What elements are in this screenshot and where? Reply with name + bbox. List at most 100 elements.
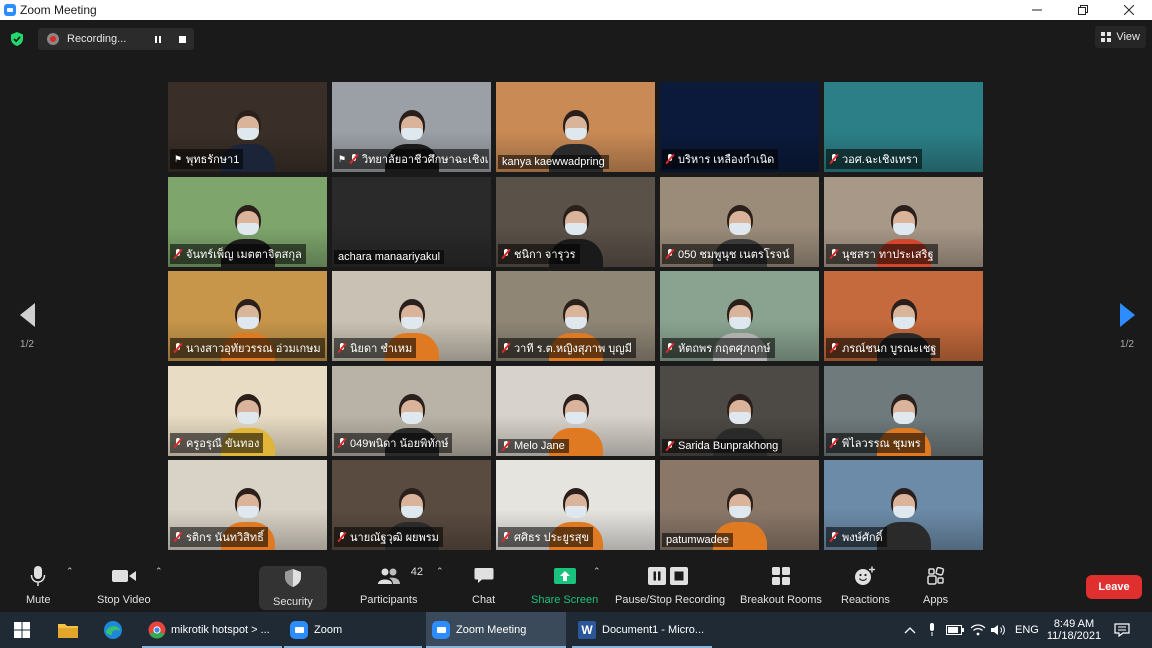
pause-stop-recording-label: Pause/Stop Recording (615, 594, 726, 606)
file-explorer-button[interactable] (56, 612, 80, 648)
participant-video-tile[interactable]: Sarida Bunprakhong (660, 366, 819, 456)
participant-video-tile[interactable]: ภรณ์ชนก บูรณะเชฐ (824, 271, 983, 361)
apps-button[interactable]: Apps (923, 564, 948, 608)
reactions-smiley-icon (855, 566, 876, 585)
participant-video-tile[interactable]: นิยดา ชำเหม (332, 271, 491, 361)
participant-video-tile[interactable]: พิไลวรรณ ชุมพร (824, 366, 983, 456)
participant-video-tile[interactable]: วอศ.ฉะเชิงเทรา (824, 82, 983, 172)
language-indicator[interactable]: ENG (1015, 612, 1039, 648)
battery-icon[interactable] (946, 612, 964, 648)
meeting-top-bar: Recording... View (0, 20, 1152, 58)
wifi-icon[interactable] (970, 612, 986, 648)
participant-video-tile[interactable]: kanya kaewwadpring (496, 82, 655, 172)
participant-name-bar: ศศิธร ประยูรสุข (498, 527, 594, 547)
arrow-left-icon (19, 303, 35, 327)
stop-recording-button[interactable] (173, 30, 191, 48)
page-indicator-left: 1/2 (20, 339, 34, 350)
recording-label: Recording... (67, 33, 127, 45)
pin-icon: ⚑ (338, 154, 347, 164)
close-icon (1124, 5, 1134, 15)
pause-stop-recording-button[interactable]: Pause/Stop Recording (615, 564, 725, 608)
taskbar-item-label: Document1 - Micro... (602, 624, 705, 636)
audio-options-caret-icon[interactable]: ⌃ (66, 566, 74, 577)
participant-name: พงษ์ศักดิ์ (842, 532, 883, 544)
participant-video-tile[interactable]: นายณัฐวุฒิ ผยพรม (332, 460, 491, 550)
participant-video-tile[interactable]: achara manaariyakul (332, 177, 491, 267)
chat-button[interactable]: Chat (472, 564, 495, 608)
participant-video-tile[interactable]: Melo Jane (496, 366, 655, 456)
show-hidden-icons-button[interactable] (904, 612, 916, 648)
previous-page-button[interactable]: 1/2 (12, 303, 42, 353)
participant-name-bar: kanya kaewwadpring (498, 155, 609, 169)
security-button[interactable]: Security (259, 566, 327, 610)
taskbar-item-word[interactable]: W Document1 - Micro... (572, 612, 712, 648)
participant-video-tile[interactable]: วาที ร.ต.หญิงสุภาพ บุญมี (496, 271, 655, 361)
stop-video-button[interactable]: Stop Video (97, 564, 151, 608)
participant-video-tile[interactable]: ครูอรุณี ขันทอง (168, 366, 327, 456)
microphone-icon (30, 566, 46, 586)
video-camera-icon (111, 570, 136, 582)
volume-icon[interactable] (991, 612, 1007, 648)
video-gallery: ⚑ พุทธรักษา1 ⚑ วิทยาลัยอาชีวศึกษาฉะเชิงเ...… (168, 82, 984, 550)
share-screen-button[interactable]: Share Screen (531, 564, 598, 608)
participant-video-tile[interactable]: นางสาวอุทัยวรรณ อ่วมเกษม (168, 271, 327, 361)
participant-video-tile[interactable]: จันทร์เพ็ญ เมตตาจิตสกุล (168, 177, 327, 267)
mute-label: Mute (26, 594, 51, 606)
video-options-caret-icon[interactable]: ⌃ (155, 566, 163, 577)
participant-video-tile[interactable]: นุชสรา ทาประเสริฐ (824, 177, 983, 267)
taskbar-item-zoom[interactable]: Zoom (284, 612, 422, 648)
microphone-muted-icon (830, 532, 838, 542)
share-options-caret-icon[interactable]: ⌃ (593, 566, 601, 577)
participant-name: บริหาร เหลืองกำเนิด (678, 154, 775, 166)
participant-name: ภรณ์ชนก บูรณะเชฐ (842, 343, 937, 355)
share-screen-label: Share Screen (531, 594, 599, 606)
chevron-up-icon (904, 627, 916, 634)
close-button[interactable] (1106, 0, 1152, 20)
participant-video-tile[interactable]: ⚑ วิทยาลัยอาชีวศึกษาฉะเชิงเ... (332, 82, 491, 172)
edge-browser-button[interactable] (100, 612, 126, 648)
start-button[interactable] (10, 612, 34, 648)
leave-button[interactable]: Leave (1086, 575, 1142, 599)
participant-name: จันทร์เพ็ญ เมตตาจิตสกุล (186, 249, 302, 261)
stop-video-label: Stop Video (97, 594, 151, 606)
participant-video-tile[interactable]: ศศิธร ประยูรสุข (496, 460, 655, 550)
view-button[interactable]: View (1095, 26, 1146, 48)
participant-name: นิยดา ชำเหม (350, 343, 413, 355)
microphone-muted-icon (174, 343, 182, 353)
taskbar-item-label: Zoom Meeting (456, 624, 527, 636)
edge-browser-icon (104, 621, 122, 639)
apps-icon (926, 567, 944, 585)
taskbar-item-chrome[interactable]: mikrotik hotspot > ... (142, 612, 282, 648)
taskbar-item-zoom-meeting[interactable]: Zoom Meeting (426, 612, 566, 648)
pause-recording-button[interactable] (149, 30, 167, 48)
participant-video-tile[interactable]: รติกร นันทวิสิทธิ์ (168, 460, 327, 550)
mute-button[interactable]: Mute (26, 564, 50, 608)
chat-bubble-icon (474, 568, 494, 583)
participant-video-tile[interactable]: ⚑ พุทธรักษา1 (168, 82, 327, 172)
notifications-button[interactable] (1114, 612, 1130, 648)
breakout-rooms-button[interactable]: Breakout Rooms (740, 564, 822, 608)
tray-microphone-icon[interactable] (928, 612, 936, 648)
participant-video-tile[interactable]: 050 ชมพูนุช เนตรโรจน์ (660, 177, 819, 267)
participants-button[interactable]: 42 Participants (360, 564, 423, 608)
microphone-muted-icon (666, 343, 674, 353)
participants-caret-icon[interactable]: ⌃ (436, 566, 444, 577)
clock[interactable]: 8:49 AM 11/18/2021 (1046, 612, 1102, 648)
participant-video-tile[interactable]: หัตถพร กฤตศุภฤกษ์ (660, 271, 819, 361)
next-page-button[interactable]: 1/2 (1112, 303, 1142, 353)
encryption-shield-icon[interactable] (10, 32, 24, 46)
participant-name: วาที ร.ต.หญิงสุภาพ บุญมี (514, 343, 632, 355)
restore-button[interactable] (1060, 0, 1106, 20)
participant-video-tile[interactable]: ชนิกา จารุวร (496, 177, 655, 267)
reactions-label: Reactions (841, 594, 890, 606)
participant-video-tile[interactable]: บริหาร เหลืองกำเนิด (660, 82, 819, 172)
restore-icon (1078, 5, 1088, 15)
participant-video-tile[interactable]: 049พนิดา น้อยพิทักษ์ (332, 366, 491, 456)
reactions-button[interactable]: Reactions (841, 564, 890, 608)
zoom-app-icon (290, 621, 308, 639)
microphone-muted-icon (338, 343, 346, 353)
participant-video-tile[interactable]: พงษ์ศักดิ์ (824, 460, 983, 550)
minimize-button[interactable] (1014, 0, 1060, 20)
participant-video-tile[interactable]: patumwadee (660, 460, 819, 550)
microphone-muted-icon (830, 343, 838, 353)
